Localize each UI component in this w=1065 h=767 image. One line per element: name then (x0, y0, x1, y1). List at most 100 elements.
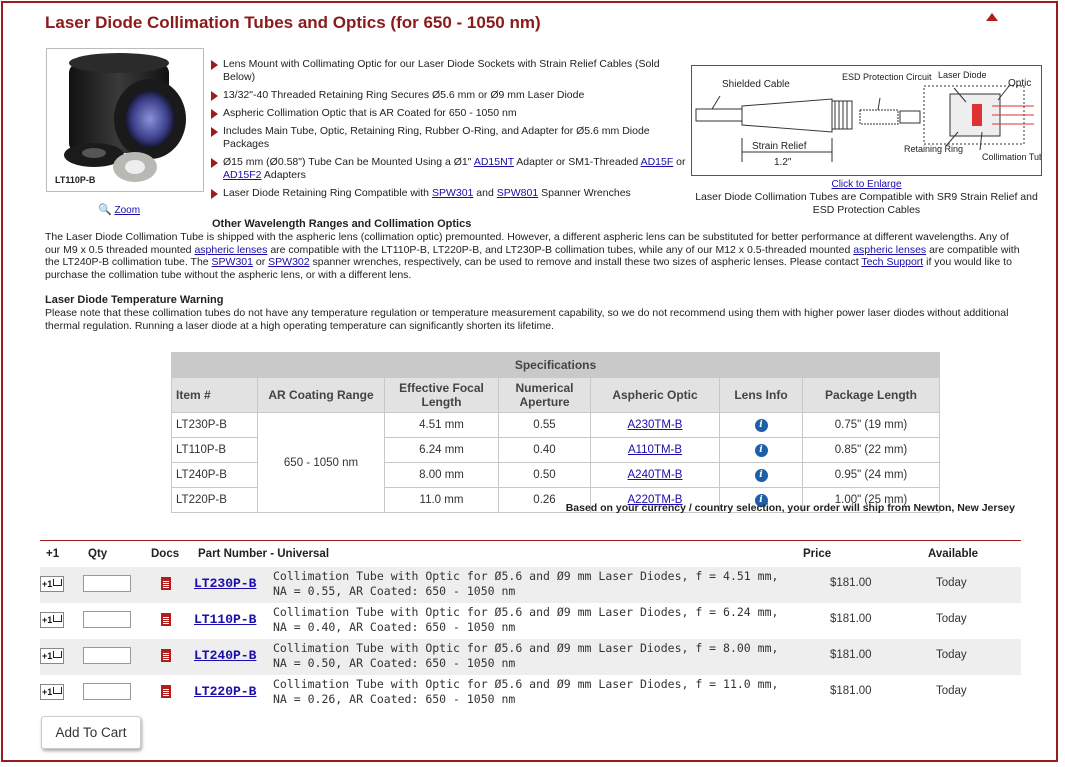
cart-col-qty: Qty (88, 548, 108, 560)
collimation-tube-photo (64, 53, 186, 182)
part-number-link[interactable]: LT230P-B (194, 576, 256, 591)
feature-item: Ø15 mm (Ø0.58") Tube Can be Mounted Usin… (210, 156, 686, 182)
add-to-cart-button[interactable]: Add To Cart (41, 716, 141, 749)
cart-icon (53, 615, 62, 622)
cart-col-available: Available (928, 548, 979, 560)
label-collimation-tube: Collimation Tube (982, 152, 1041, 162)
product-image-caption: LT110P-B (55, 175, 96, 185)
document-icon[interactable] (161, 577, 171, 590)
ad15f-link[interactable]: AD15F (641, 156, 674, 168)
cart-col-plus1: +1 (46, 548, 60, 560)
label-esd: ESD Protection Circuit (842, 72, 932, 82)
availability: Today (936, 649, 967, 661)
part-number-link[interactable]: LT220P-B (194, 684, 256, 699)
spec-length: 0.75" (19 mm) (802, 412, 940, 438)
aspheric-optic-link[interactable]: A110TM-B (628, 444, 682, 456)
paragraph-text: are compatible with the LT110P-B, LT220P… (267, 243, 854, 256)
cart-icon (53, 579, 62, 586)
info-icon[interactable]: i (754, 469, 768, 482)
paragraph-text: spanner wrenches, respectively, can be u… (309, 256, 862, 268)
availability: Today (936, 685, 967, 697)
feature-item: Includes Main Tube, Optic, Retaining Rin… (210, 125, 686, 151)
specifications-table: Specifications Item # AR Coating Range E… (171, 352, 940, 513)
feature-text: Adapters (261, 169, 306, 181)
label-strain-relief: Strain Relief (752, 141, 807, 152)
cart-row: +1 LT110P-B Collimation Tube with Optic … (40, 603, 1021, 639)
label-optic: Optic (1008, 78, 1031, 89)
spec-na: 0.55 (498, 412, 591, 438)
add-one-button[interactable]: +1 (40, 576, 64, 592)
product-image[interactable]: LT110P-B (46, 48, 204, 192)
aspheric-lenses-link[interactable]: aspheric lenses (853, 244, 926, 256)
tech-support-link[interactable]: Tech Support (861, 256, 923, 268)
spw301-link[interactable]: SPW301 (432, 187, 473, 199)
add-one-label: +1 (42, 687, 53, 697)
feature-text: or (673, 156, 686, 168)
aspheric-lenses-link[interactable]: aspheric lenses (194, 244, 267, 256)
part-description: Collimation Tube with Optic for Ø5.6 and… (273, 641, 779, 670)
paragraph-text: or (252, 256, 269, 268)
spec-header: Package Length (802, 377, 940, 413)
spw302-link[interactable]: SPW302 (268, 256, 309, 268)
feature-list: Lens Mount with Collimating Optic for ou… (210, 58, 686, 205)
collimation-diagram[interactable]: Shielded Cable ESD Protection Circuit La… (691, 65, 1049, 176)
other-wavelengths-paragraph: The Laser Diode Collimation Tube is ship… (45, 231, 1020, 281)
spw801-link[interactable]: SPW801 (497, 187, 538, 199)
magnifier-icon: 🔍 (98, 204, 112, 216)
qty-input[interactable] (83, 683, 131, 700)
spec-header: AR Coating Range (257, 377, 385, 413)
ad15nt-link[interactable]: AD15NT (474, 156, 514, 168)
zoom-link[interactable]: 🔍 Zoom (98, 203, 140, 216)
feature-text: Adapter or SM1-Threaded (513, 156, 641, 168)
cart-col-docs: Docs (151, 548, 180, 560)
info-icon[interactable]: i (754, 419, 768, 432)
price: $181.00 (830, 685, 872, 697)
price: $181.00 (830, 613, 872, 625)
part-number-link[interactable]: LT110P-B (194, 612, 256, 627)
label-laser-diode: Laser Diode (938, 70, 987, 80)
document-icon[interactable] (161, 685, 171, 698)
qty-input[interactable] (83, 611, 131, 628)
spec-length: 0.95" (24 mm) (802, 462, 940, 488)
temp-warning-text: Please note that these collimation tubes… (45, 307, 1009, 332)
spec-header: Item # (171, 377, 258, 413)
part-number-link[interactable]: LT240P-B (194, 648, 256, 663)
qty-input[interactable] (83, 575, 131, 592)
spec-efl: 4.51 mm (384, 412, 499, 438)
back-to-top-icon[interactable] (986, 13, 998, 21)
cart-icon (53, 651, 62, 658)
spec-efl: 6.24 mm (384, 437, 499, 463)
ad15f2-link[interactable]: AD15F2 (223, 169, 262, 181)
diagram-caption: Laser Diode Collimation Tubes are Compat… (695, 191, 1038, 216)
aspheric-optic-link[interactable]: A240TM-B (628, 469, 683, 481)
add-one-button[interactable]: +1 (40, 612, 64, 628)
spec-na: 0.50 (498, 462, 591, 488)
qty-input[interactable] (83, 647, 131, 664)
feature-item: Laser Diode Retaining Ring Compatible wi… (210, 187, 686, 200)
aspheric-optic-link[interactable]: A230TM-B (628, 419, 683, 431)
part-description: Collimation Tube with Optic for Ø5.6 and… (273, 569, 779, 598)
document-icon[interactable] (161, 613, 171, 626)
temp-warning-heading: Laser Diode Temperature Warning (45, 294, 224, 306)
label-strain-relief-length: 1.2" (774, 157, 792, 168)
cart-row: +1 LT230P-B Collimation Tube with Optic … (40, 567, 1021, 603)
spw301-link[interactable]: SPW301 (212, 256, 253, 268)
spec-item: LT110P-B (171, 437, 258, 463)
spec-item: LT230P-B (171, 412, 258, 438)
click-to-enlarge-link[interactable]: Click to Enlarge (831, 179, 901, 190)
add-one-label: +1 (42, 615, 53, 625)
add-one-button[interactable]: +1 (40, 684, 64, 700)
info-icon[interactable]: i (754, 444, 768, 457)
spec-coating: 650 - 1050 nm (257, 412, 385, 513)
cart-col-price: Price (803, 548, 832, 560)
feature-text: Spanner Wrenches (538, 187, 631, 199)
cart-header: +1 Qty Docs Part Number - Universal Pric… (40, 540, 1021, 568)
other-wavelengths-heading: Other Wavelength Ranges and Collimation … (212, 218, 472, 230)
zoom-label[interactable]: Zoom (114, 205, 140, 216)
spec-caption: Specifications (171, 352, 940, 378)
add-one-button[interactable]: +1 (40, 648, 64, 664)
part-description: Collimation Tube with Optic for Ø5.6 and… (273, 605, 779, 634)
price: $181.00 (830, 649, 872, 661)
cart-col-part: Part Number - Universal (198, 548, 330, 560)
document-icon[interactable] (161, 649, 171, 662)
